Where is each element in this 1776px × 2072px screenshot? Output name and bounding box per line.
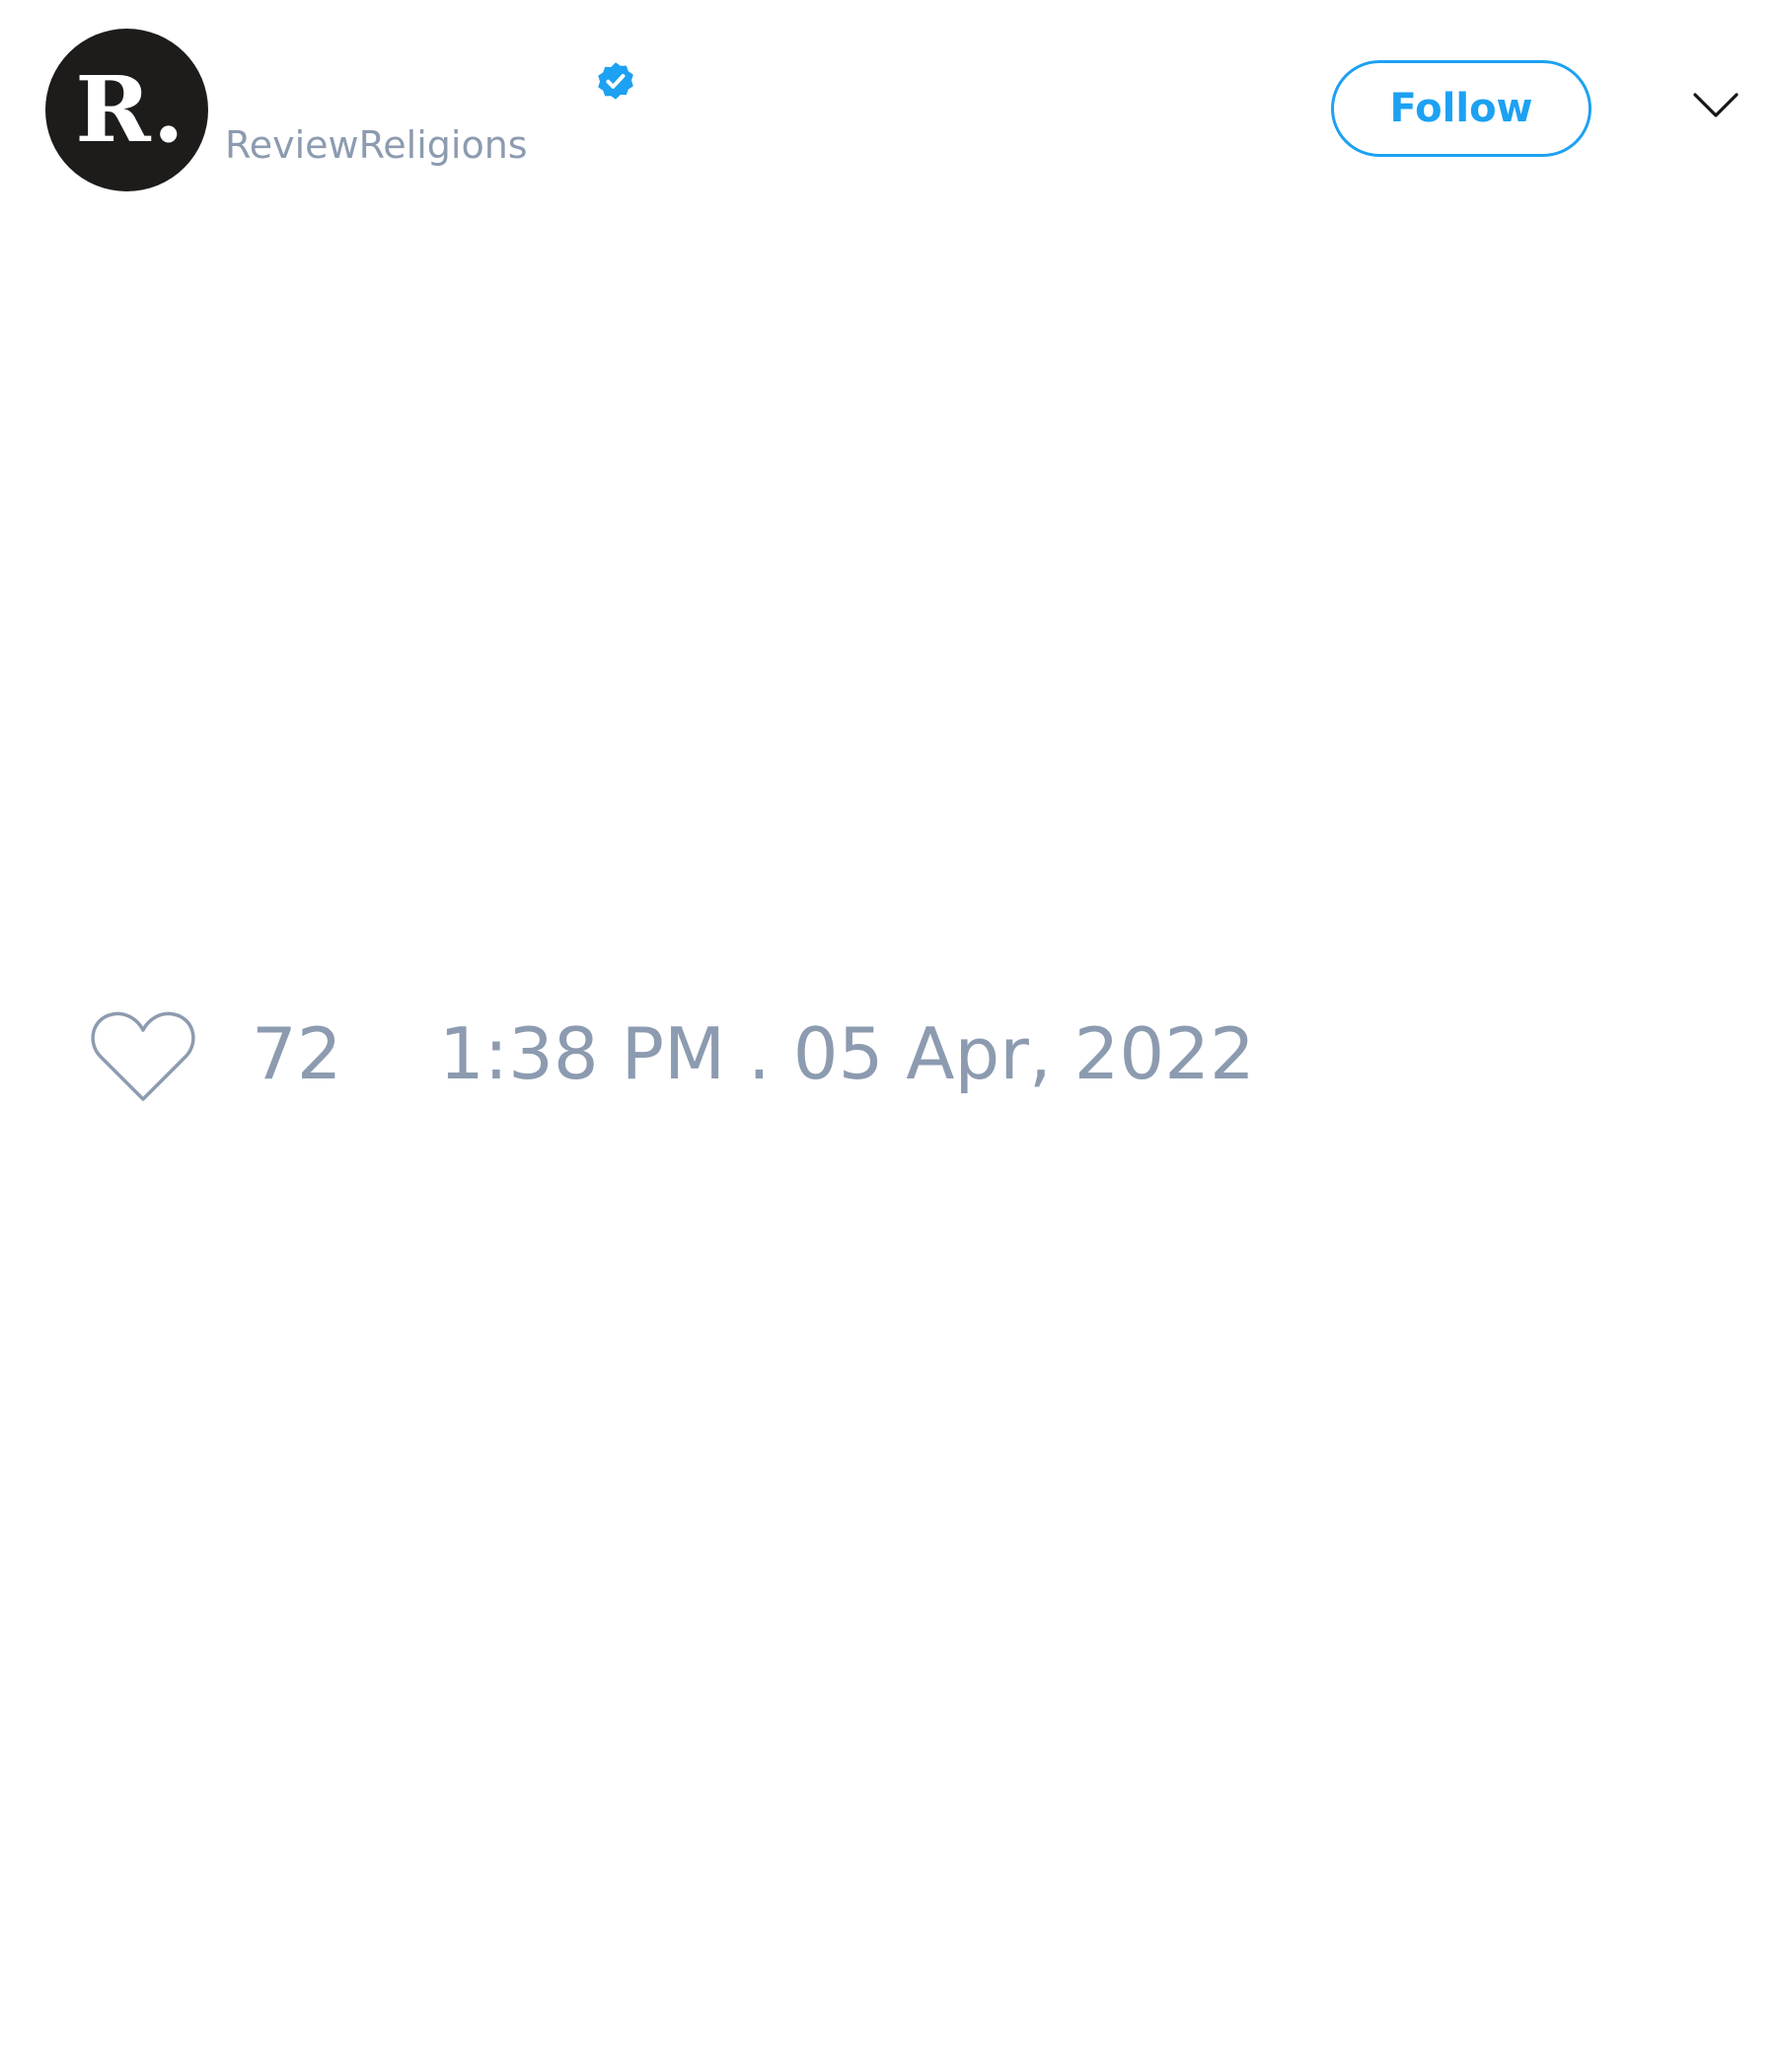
verified-badge-icon <box>598 62 633 100</box>
follow-button[interactable]: Follow <box>1331 60 1591 157</box>
tweet-body <box>45 227 1723 977</box>
like-count: 72 <box>252 1012 342 1095</box>
avatar[interactable]: R. <box>45 29 208 191</box>
user-handle[interactable]: ReviewReligions <box>225 126 528 164</box>
tweet-timestamp[interactable]: 1:38 PM . 05 Apr, 2022 <box>439 1018 1255 1089</box>
chevron-down-icon[interactable] <box>1692 91 1739 120</box>
avatar-logo-text: R. <box>75 55 186 163</box>
tweet-card: R. ReviewReligions Follow 72 1:38 PM . 0… <box>0 0 1776 2072</box>
heart-outline-icon[interactable] <box>89 1008 197 1105</box>
